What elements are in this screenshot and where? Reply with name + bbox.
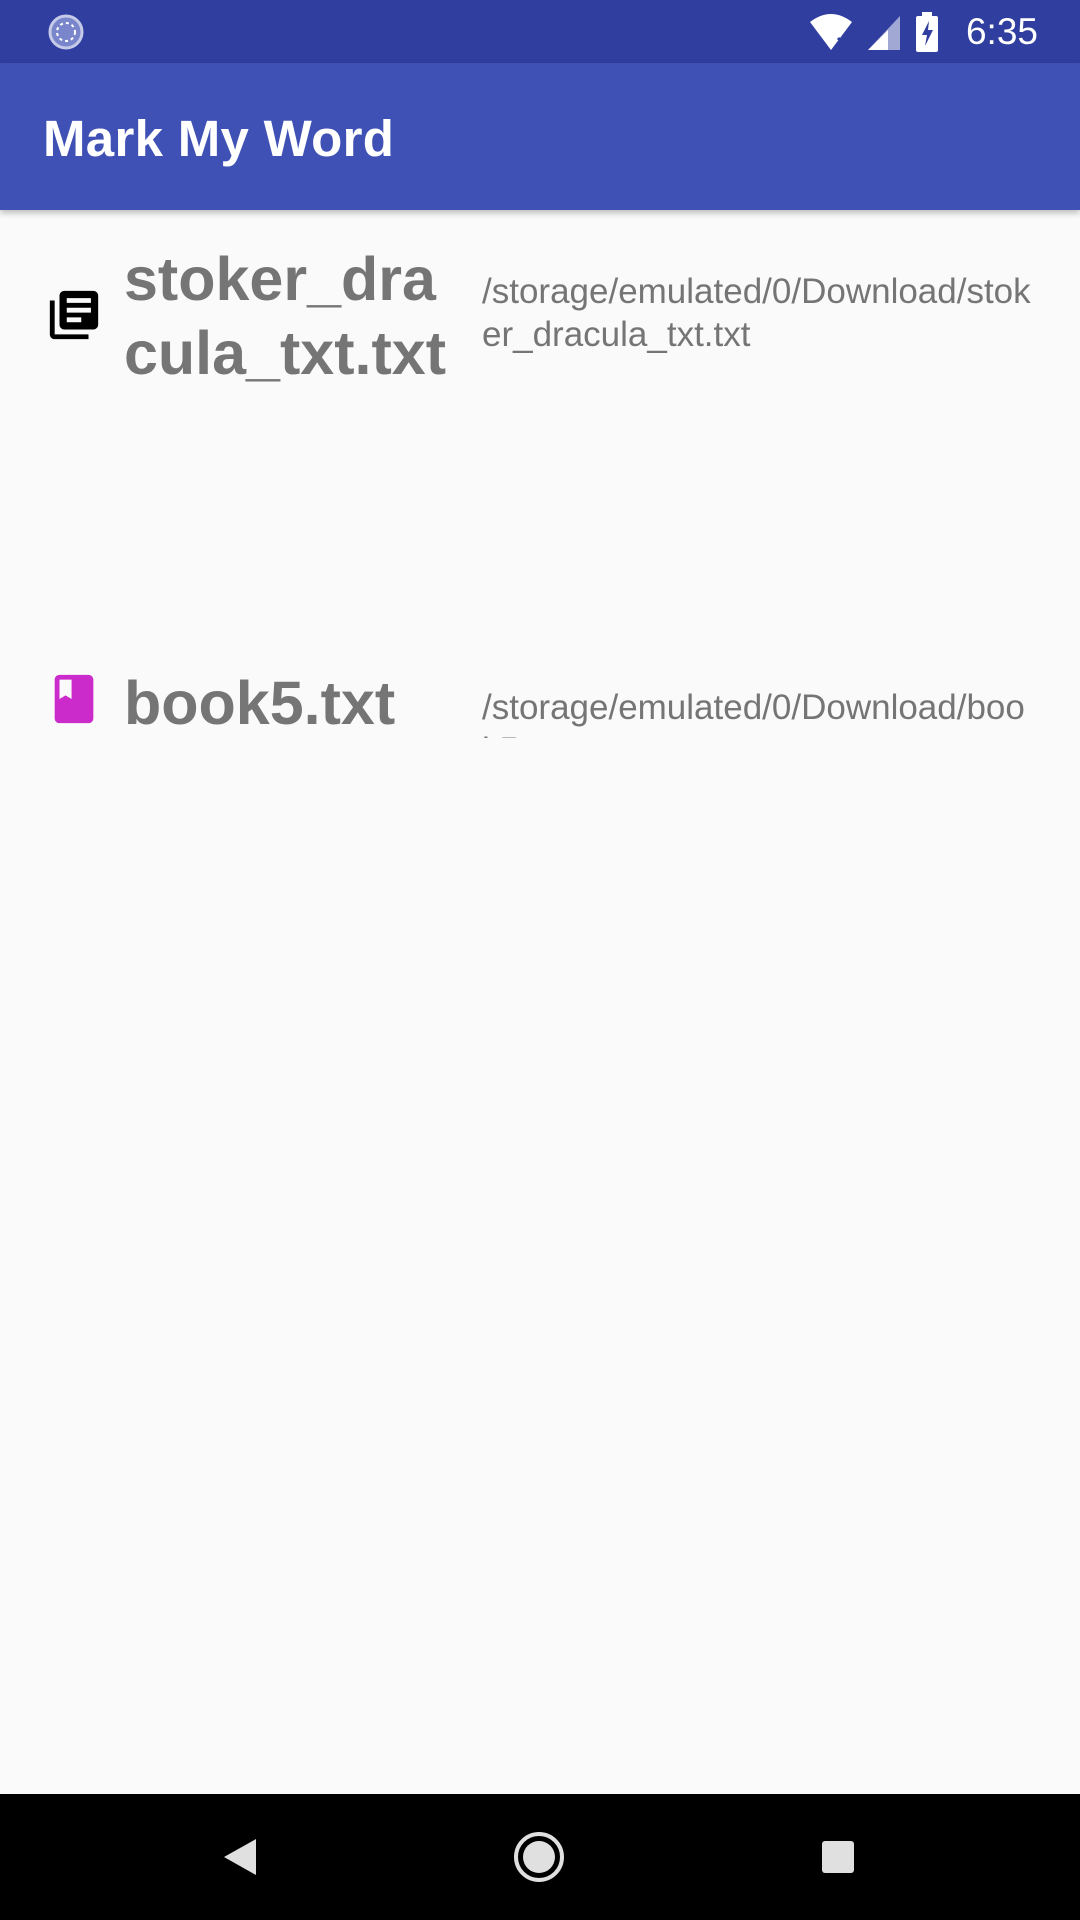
back-icon [224,1839,256,1875]
book-icon [54,674,94,724]
navigation-bar [0,1794,1080,1920]
recent-apps-button[interactable] [808,1827,868,1887]
battery-charging-icon [915,12,938,52]
signal-icon [867,16,900,50]
file-list: stoker_dracula_txt.txt /storage/emulated… [0,210,1080,750]
app-title: Mark My Word [43,110,395,167]
file-path: /storage/emulated/0/Download/book5.txt [482,688,1025,738]
status-icons: 6:35 [808,10,1038,54]
library-books-icon [49,290,99,340]
app-bar: Mark My Word [0,63,1080,210]
file-path: /storage/emulated/0/Download/stoker_drac… [482,272,1031,354]
home-button[interactable] [509,1827,569,1887]
home-icon [514,1832,564,1882]
wifi-icon [809,14,852,50]
loading-icon [48,14,84,50]
file-list-item[interactable]: stoker_dracula_txt.txt /storage/emulated… [0,210,1080,418]
back-button[interactable] [210,1827,270,1887]
status-bar: 6:35 [0,0,1080,63]
file-name: stoker_dracula_txt.txt [124,245,447,387]
file-name: book5.txt [124,669,396,737]
recent-apps-icon [822,1841,854,1873]
file-list-item[interactable]: book5.txt /storage/emulated/0/Download/b… [0,418,1080,750]
status-time: 6:35 [965,11,1038,52]
